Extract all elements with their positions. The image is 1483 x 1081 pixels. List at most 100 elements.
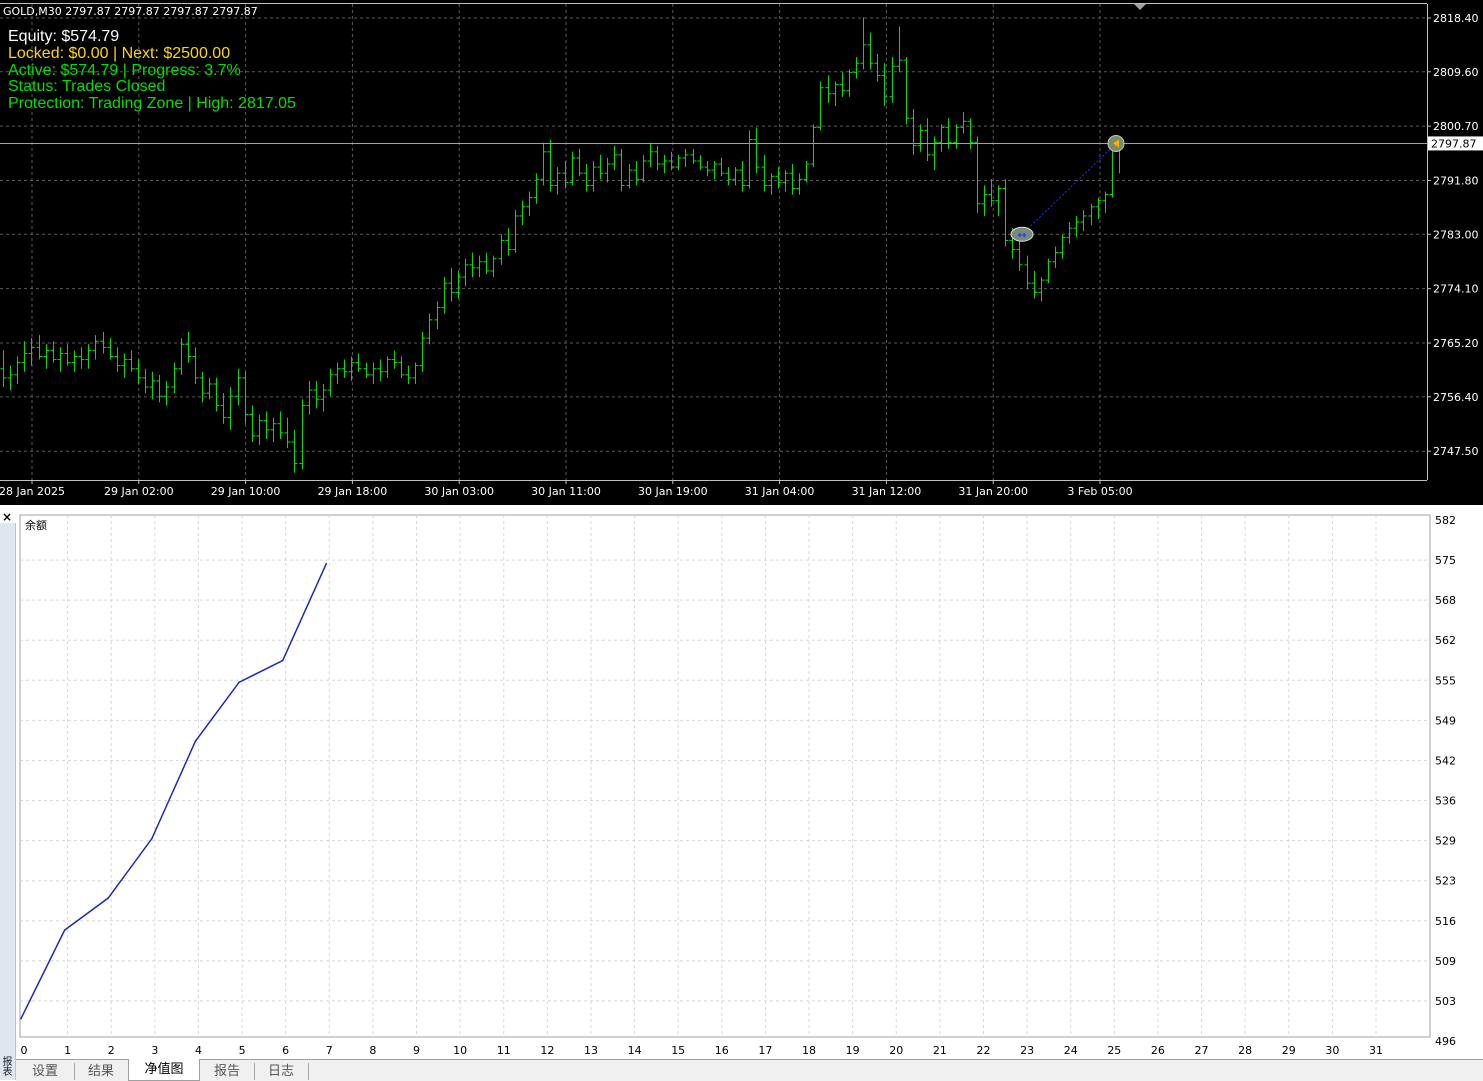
price-chart-window[interactable]: 2818.40 2809.60 2800.70 2791.80 2783.00 2774.… <box>0 0 1483 505</box>
price-tick-label: 2791.80 <box>1433 175 1479 188</box>
price-bar <box>192 347 199 384</box>
price-bar <box>661 154 668 174</box>
price-bar <box>284 417 291 449</box>
price-bar <box>931 136 938 171</box>
price-bar <box>547 139 554 192</box>
panel-side-label: 报表 <box>2 1057 13 1078</box>
locked-text: Locked: $0.00 | Next: $2500.00 <box>8 44 231 62</box>
chart-shift-icon <box>1134 4 1146 10</box>
price-bar <box>441 277 448 314</box>
price-bar <box>21 341 28 372</box>
equity-x-tick-label: 6 <box>282 1044 289 1057</box>
ea-info-overlay: Equity: $574.79 Locked: $0.00 | Next: $2… <box>8 28 296 113</box>
close-icon[interactable]: × <box>2 510 12 524</box>
balance-point <box>20 1017 22 1020</box>
equity-x-tick-label: 15 <box>671 1044 685 1057</box>
price-bar <box>156 374 163 403</box>
price-bar <box>149 371 156 400</box>
time-tick-label: 30 Jan 03:00 <box>424 485 494 498</box>
equity-x-tick-label: 31 <box>1369 1044 1383 1057</box>
equity-y-tick-label: 509 <box>1435 955 1456 968</box>
equity-x-tick-label: 0 <box>21 1044 28 1057</box>
price-bar <box>967 118 974 149</box>
price-bar <box>78 347 85 369</box>
equity-x-tick-label: 9 <box>413 1044 420 1057</box>
balance-point <box>151 837 153 840</box>
tab-journal[interactable]: 日志 <box>254 1063 309 1080</box>
equity-x-tick-label: 24 <box>1064 1044 1078 1057</box>
price-bar <box>753 127 760 174</box>
equity-y-tick-label: 503 <box>1435 995 1456 1008</box>
tab-settings[interactable]: 设置 <box>16 1063 75 1080</box>
equity-y-tick-label: 549 <box>1435 714 1456 727</box>
price-bar <box>36 335 43 360</box>
tab-report[interactable]: 报告 <box>200 1063 255 1080</box>
price-bar <box>398 356 405 378</box>
price-bar <box>817 81 824 131</box>
price-bar <box>85 344 92 369</box>
equity-x-tick-label: 28 <box>1238 1044 1252 1057</box>
tab-equity-graph[interactable]: 净值图 <box>128 1059 200 1081</box>
price-bar <box>7 365 14 391</box>
price-bar <box>853 57 860 79</box>
price-bar <box>533 173 540 204</box>
equity-x-tick-label: 8 <box>369 1044 376 1057</box>
equity-x-tick-label: 20 <box>889 1044 903 1057</box>
price-bar <box>498 234 505 265</box>
price-bar <box>953 124 960 149</box>
price-bar <box>327 368 334 397</box>
equity-x-tick-label: 23 <box>1020 1044 1034 1057</box>
price-bar <box>512 209 519 253</box>
price-bar <box>355 353 362 372</box>
price-tick-label: 2809.60 <box>1433 66 1479 79</box>
price-bar <box>526 191 533 216</box>
equity-x-tick-label: 3 <box>151 1044 158 1057</box>
price-bar <box>910 109 917 155</box>
price-bar <box>896 26 903 73</box>
equity-y-tick-label: 529 <box>1435 835 1456 848</box>
equity-y-tick-label: 582 <box>1435 514 1456 527</box>
price-bar <box>938 124 945 152</box>
price-bar <box>277 411 284 439</box>
price-bar <box>348 356 355 381</box>
equity-x-tick-label: 16 <box>715 1044 729 1057</box>
price-bar <box>832 81 839 106</box>
equity-text: Equity: $574.79 <box>8 28 120 45</box>
price-bar <box>1052 246 1059 268</box>
price-bar <box>1095 197 1102 220</box>
equity-y-tick-label: 516 <box>1435 915 1456 928</box>
price-bar <box>803 160 810 183</box>
equity-y-tick-label: 523 <box>1435 875 1456 888</box>
price-bar <box>903 57 910 125</box>
price-bar <box>668 151 675 171</box>
price-tick-label: 2774.10 <box>1433 283 1479 296</box>
price-bar <box>697 154 704 171</box>
price-bar <box>256 414 263 446</box>
price-bar <box>363 362 370 378</box>
price-bar <box>43 344 50 369</box>
time-tick-label: 3 Feb 05:00 <box>1067 485 1132 498</box>
balance-point <box>194 740 197 742</box>
price-bar <box>334 362 341 384</box>
tester-tab-bar: 设置 结果 净值图 报告 日志 <box>16 1059 1483 1081</box>
balance-legend-label: 余额 <box>25 519 47 532</box>
price-bar <box>675 154 682 171</box>
price-bar <box>462 258 469 287</box>
price-bar <box>249 405 256 443</box>
price-bar <box>455 270 462 299</box>
price-bar <box>647 142 654 168</box>
price-bar <box>163 380 170 406</box>
price-bar <box>846 69 853 97</box>
price-bar <box>789 164 796 195</box>
equity-y-tick-label: 542 <box>1435 754 1456 767</box>
tab-results[interactable]: 结果 <box>74 1063 129 1080</box>
equity-y-tick-label: 562 <box>1435 634 1456 647</box>
time-tick-label: 29 Jan 02:00 <box>104 485 174 498</box>
price-bar <box>469 252 476 278</box>
price-bar <box>860 17 867 70</box>
price-bar <box>924 118 931 161</box>
price-bar <box>960 112 967 134</box>
price-bar <box>1038 277 1045 302</box>
price-bar <box>711 160 718 180</box>
price-bar <box>412 362 419 384</box>
